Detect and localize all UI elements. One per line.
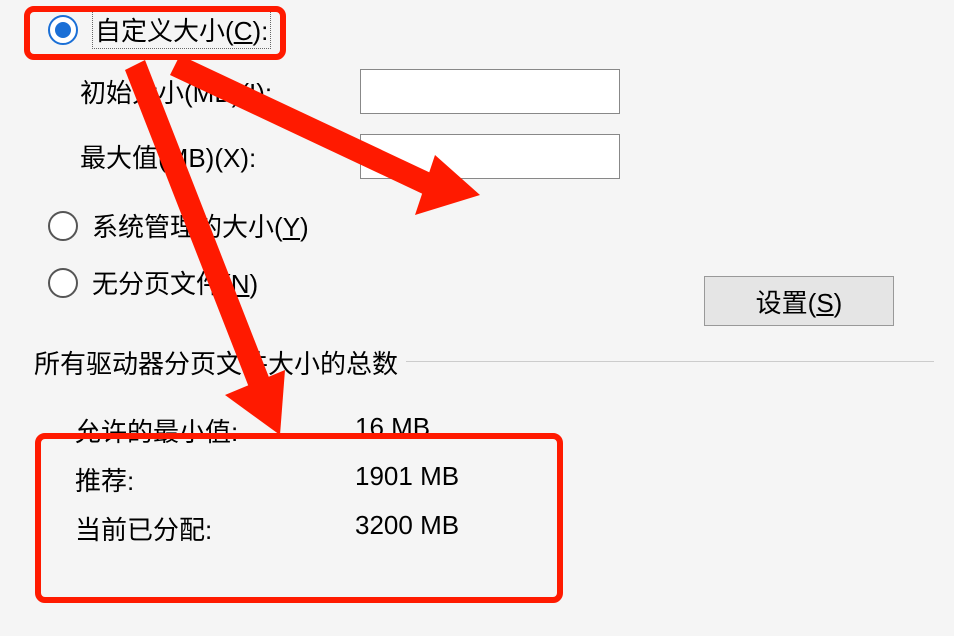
radio-no-paging-label: 无分页文件(N) (92, 264, 258, 301)
highlight-box-icon (24, 6, 286, 60)
initial-size-input[interactable] (360, 69, 620, 114)
group-title: 所有驱动器分页文件大小的总数 (20, 344, 406, 381)
radio-system-managed-row[interactable]: 系统管理的大小(Y) (48, 207, 934, 244)
max-size-row: 最大值(MB)(X): (80, 134, 934, 179)
initial-size-row: 初始大小(MB)(I): (80, 69, 934, 114)
radio-system-managed-label: 系统管理的大小(Y) (92, 207, 309, 244)
max-size-input[interactable] (360, 134, 620, 179)
set-button[interactable]: 设置(S) (704, 276, 894, 326)
highlight-box-icon (35, 433, 563, 603)
radio-unchecked-icon (48, 211, 78, 241)
initial-size-label: 初始大小(MB)(I): (80, 73, 360, 110)
radio-unchecked-icon (48, 268, 78, 298)
max-size-label: 最大值(MB)(X): (80, 138, 360, 175)
